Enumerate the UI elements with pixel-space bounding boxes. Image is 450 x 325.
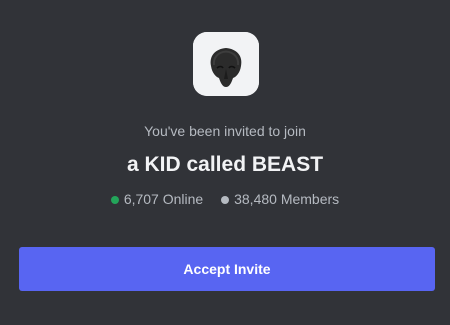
online-count: 6,707 Online xyxy=(110,190,204,208)
online-count-text: 6,707 Online xyxy=(123,191,204,208)
server-avatar xyxy=(193,32,259,96)
members-status-dot xyxy=(221,195,230,204)
invite-card: You've been invited to join a KID called… xyxy=(0,0,450,325)
server-stats: 6,707 Online 38,480 Members xyxy=(0,189,450,208)
invite-intro-text: You've been invited to join xyxy=(144,123,306,139)
server-name: a KID called BEAST xyxy=(126,153,324,176)
online-status-dot xyxy=(110,195,119,204)
accept-invite-button[interactable]: Accept Invite xyxy=(19,247,435,291)
dark-mask-logo-icon xyxy=(193,32,259,96)
member-count: 38,480 Members xyxy=(221,190,339,208)
member-count-text: 38,480 Members xyxy=(234,191,340,208)
